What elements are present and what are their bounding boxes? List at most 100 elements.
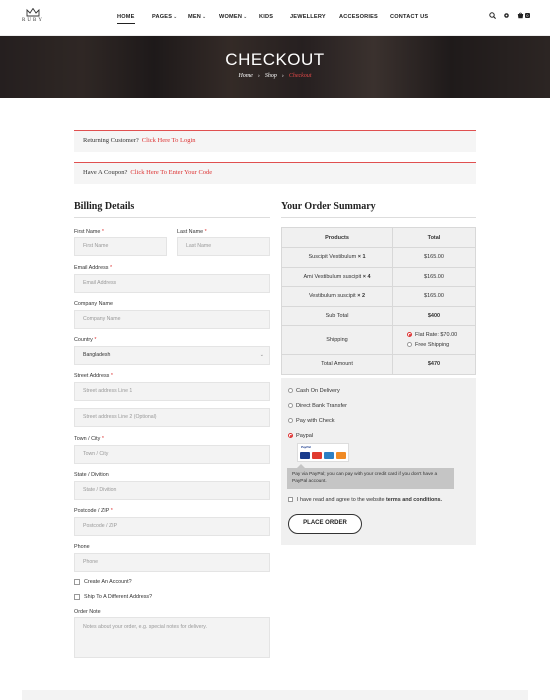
header-icons: 0 (489, 12, 530, 19)
create-account-checkbox[interactable] (74, 579, 80, 585)
terms-agreement: I have read and agree to the website ter… (288, 497, 442, 503)
nav-jewellery[interactable]: JEWELLERY (290, 14, 326, 20)
payment-option-bank-transfer[interactable]: Direct Bank Transfer (288, 403, 347, 409)
divider (281, 217, 476, 218)
cart-icon (517, 12, 523, 19)
table-row: Suscipit Vestibulum × 1 $165.00 (281, 247, 476, 268)
chevron-down-icon: ⌄ (243, 14, 248, 20)
order-summary-table: Products Total Suscipit Vestibulum × 1 $… (281, 227, 476, 375)
breadcrumb-home[interactable]: Home (238, 73, 252, 79)
returning-customer-text: Returning Customer? (83, 137, 139, 144)
total-value: $470 (392, 354, 476, 375)
coupon-text: Have A Coupon? (83, 169, 128, 176)
product-cell: Vestibulum suscipit × 2 (281, 286, 393, 307)
subtotal-value: $400 (392, 305, 476, 326)
ship-different-checkbox[interactable] (74, 594, 80, 600)
enter-coupon-link[interactable]: Click Here To Enter Your Code (130, 169, 212, 176)
paypal-description: Pay via PayPal; you can pay with your cr… (287, 464, 454, 489)
nav-home[interactable]: HOME (117, 14, 135, 24)
column-header-total: Total (392, 227, 476, 248)
radio-selected-icon (288, 433, 293, 439)
shipping-label: Shipping (281, 325, 393, 355)
phone-input[interactable]: Phone (74, 553, 270, 572)
nav-women[interactable]: WOMEN⌄ (219, 14, 247, 20)
search-icon[interactable] (489, 12, 496, 19)
town-label: Town / City * (74, 436, 104, 442)
payment-option-check[interactable]: Pay with Check (288, 418, 335, 424)
breadcrumb-current: Checkout (288, 73, 312, 79)
payment-panel: Cash On Delivery Direct Bank Transfer Pa… (281, 378, 476, 545)
phone-label: Phone (74, 544, 90, 550)
paypal-logo-text: PayPal (301, 445, 311, 449)
divider (74, 217, 270, 218)
street-line2-input[interactable]: Street address Line 2 (Optional) (74, 408, 270, 427)
mastercard-icon (312, 452, 322, 459)
total-row: Total Amount $470 (281, 354, 476, 375)
terms-link[interactable]: terms and conditions. (386, 497, 442, 503)
total-label: Total Amount (281, 354, 393, 375)
place-order-button[interactable]: PLACE ORDER (288, 514, 362, 534)
visa-icon (300, 452, 310, 459)
town-input[interactable]: Town / City (74, 445, 270, 464)
order-note-textarea[interactable]: Notes about your order, e.g. special not… (74, 617, 270, 658)
postcode-input[interactable]: Postcode / ZIP (74, 517, 270, 536)
payment-cards-logo: PayPal (297, 443, 349, 462)
table-row: Vestibulum suscipit × 2 $165.00 (281, 286, 476, 307)
order-note-label: Order Note (74, 609, 101, 615)
company-input[interactable]: Company Name (74, 310, 270, 329)
nav-pages[interactable]: PAGES⌄ (152, 14, 178, 20)
nav-men[interactable]: MEN⌄ (188, 14, 206, 20)
order-summary-title: Your Order Summary (281, 201, 376, 212)
page-title: CHECKOUT (225, 50, 325, 69)
table-header-row: Products Total (281, 227, 476, 248)
last-name-label: Last Name * (177, 229, 207, 235)
billing-title: Billing Details (74, 201, 135, 212)
country-label: Country * (74, 337, 97, 343)
cart-button[interactable]: 0 (517, 12, 530, 19)
email-input[interactable]: Email Address (74, 274, 270, 293)
ship-different-label: Ship To A Different Address? (84, 594, 153, 600)
chevron-down-icon: ⌄ (173, 14, 178, 20)
returning-customer-notice: Returning Customer? Click Here To Login (74, 130, 476, 152)
create-account-label: Create An Account? (84, 579, 132, 585)
product-cell: Suscipit Vestibulum × 1 (281, 247, 393, 268)
line-total-cell: $165.00 (392, 247, 476, 268)
breadcrumb-separator: › (281, 73, 284, 79)
payment-option-paypal[interactable]: Paypal (288, 433, 313, 439)
shipping-option-free[interactable]: Free Shipping (407, 340, 475, 350)
nav-accesories[interactable]: ACCESORIES (339, 14, 378, 20)
shipping-option-flat-rate[interactable]: Flat Rate: $70.00 (407, 330, 475, 340)
radio-icon (288, 403, 293, 409)
gear-icon[interactable] (503, 12, 510, 19)
coupon-notice: Have A Coupon? Click Here To Enter Your C… (74, 162, 476, 184)
state-input[interactable]: State / Divition (74, 481, 270, 500)
street-label: Street Address * (74, 373, 113, 379)
radio-icon (288, 418, 293, 424)
line-total-cell: $165.00 (392, 266, 476, 287)
company-label: Company Name (74, 301, 113, 307)
column-header-products: Products (281, 227, 393, 248)
country-select[interactable]: Bangladesh ⌄ (74, 346, 270, 365)
postcode-label: Postcode / ZIP * (74, 508, 113, 514)
email-label: Email Address * (74, 265, 113, 271)
cart-count-badge: 0 (524, 13, 530, 18)
table-row: Ami Vestibulum suscipit × 4 $165.00 (281, 266, 476, 287)
amex-icon (324, 452, 334, 459)
first-name-input[interactable]: First Name (74, 237, 167, 256)
nav-kids[interactable]: KIDS (259, 14, 273, 20)
line-total-cell: $165.00 (392, 286, 476, 307)
terms-checkbox[interactable] (288, 497, 293, 503)
product-cell: Ami Vestibulum suscipit × 4 (281, 266, 393, 287)
last-name-input[interactable]: Last Name (177, 237, 270, 256)
shipping-row: Shipping Flat Rate: $70.00 Free Shipping (281, 325, 476, 355)
radio-icon (407, 342, 412, 348)
login-link[interactable]: Click Here To Login (142, 137, 196, 144)
street-line1-input[interactable]: Street address Line 1 (74, 382, 270, 401)
chevron-down-icon: ⌄ (202, 14, 207, 20)
breadcrumb-shop[interactable]: Shop (265, 73, 277, 79)
payment-option-cod[interactable]: Cash On Delivery (288, 388, 340, 394)
site-header: RUBY HOME PAGES⌄ MEN⌄ WOMEN⌄ KIDS JEWELL… (0, 0, 550, 36)
nav-contact-us[interactable]: CONTACT US (390, 14, 428, 20)
subtotal-label: Sub Total (281, 305, 393, 326)
breadcrumb-separator: › (257, 73, 260, 79)
